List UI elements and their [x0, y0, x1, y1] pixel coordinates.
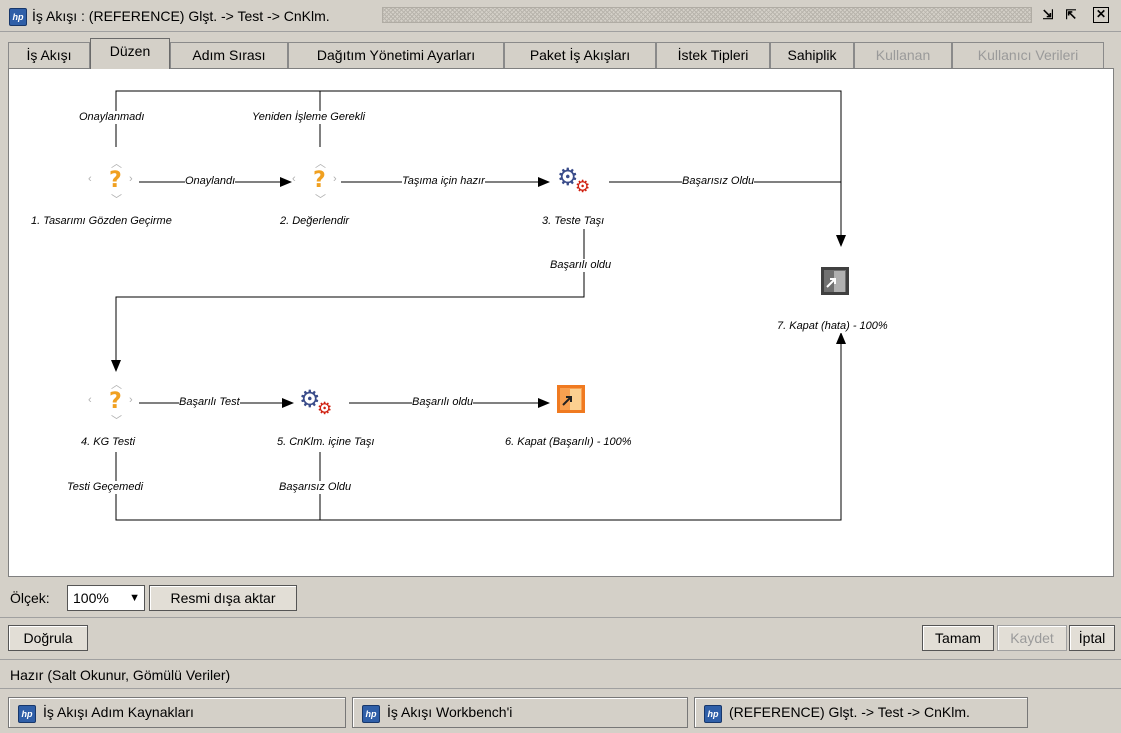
node-4-label: 4. KG Testi [81, 436, 136, 449]
node-1-decision-icon[interactable]: ︿ ‹ ? › ﹀ [88, 158, 136, 206]
transition-yeniden-isleme: Yeniden İşleme Gerekli [252, 111, 366, 124]
workflow-connectors [111, 90, 846, 521]
taskbar-item-label: İş Akışı Adım Kaynakları [43, 704, 194, 720]
scale-select[interactable]: 100% ▼ [67, 585, 145, 611]
divider [0, 659, 1121, 660]
transition-basarili-1: Başarılı oldu [550, 259, 612, 272]
node-7-close-error-icon[interactable] [821, 267, 849, 295]
transition-basarisiz-2: Başarısız Oldu [279, 481, 352, 494]
workflow-diagram-canvas[interactable]: ︿ ‹ ? › ﹀ 1. Tasarımı Gözden Geçirme ︿ ‹… [8, 68, 1114, 577]
tab-is-akisi[interactable]: İş Akışı [8, 42, 90, 68]
save-button: Kaydet [997, 625, 1067, 651]
transition-basarisiz-1: Başarısız Oldu [682, 175, 755, 188]
titlebar-drag-area[interactable] [382, 7, 1032, 23]
node-7-label: 7. Kapat (hata) - 100% [777, 320, 888, 333]
edge-testi-gecemedi [115, 332, 846, 521]
node-6-label: 6. Kapat (Başarılı) - 100% [505, 436, 632, 449]
close-icon[interactable]: ✕ [1093, 7, 1109, 23]
tab-kullanici-verileri: Kullanıcı Verileri [952, 42, 1104, 68]
taskbar-item-label: İş Akışı Workbench'i [387, 704, 513, 720]
taskbar-item[interactable]: hp (REFERENCE) Glşt. -> Test -> CnKlm. [694, 697, 1028, 728]
window-titlebar: hp İş Akışı : (REFERENCE) Glşt. -> Test … [0, 0, 1121, 32]
hp-logo-icon: hp [9, 8, 27, 26]
node-5-gears-icon[interactable]: ⚙ ⚙ [299, 385, 339, 425]
status-text: Hazır (Salt Okunur, Gömülü Veriler) [10, 667, 231, 683]
cancel-button[interactable]: İptal [1069, 625, 1115, 651]
node-4-decision-icon[interactable]: ︿ ‹ ? › ﹀ [88, 379, 136, 427]
node-3-label: 3. Teste Taşı [542, 215, 605, 228]
edge-basarili-1 [111, 229, 585, 372]
edge-onaylanmadi [115, 90, 846, 247]
divider [0, 617, 1121, 618]
transition-testi-gecemedi: Testi Geçemedi [67, 481, 144, 494]
tab-dagitim-yonetimi[interactable]: Dağıtım Yönetimi Ayarları [288, 42, 504, 68]
window-title: İş Akışı : (REFERENCE) Glşt. -> Test -> … [32, 8, 330, 24]
edge-basarisiz-1 [609, 181, 842, 246]
node-2-decision-icon[interactable]: ︿ ‹ ? › ﹀ [292, 158, 340, 206]
taskbar-item[interactable]: hp İş Akışı Adım Kaynakları [8, 697, 346, 728]
transition-onaylanmadi: Onaylanmadı [79, 111, 145, 124]
scale-label: Ölçek: [10, 590, 50, 606]
export-image-button[interactable]: Resmi dışa aktar [149, 585, 297, 611]
scale-value: 100% [73, 590, 109, 606]
chevron-down-icon: ▼ [129, 592, 140, 604]
transition-basarili-test: Başarılı Test [179, 396, 240, 409]
maximize-icon[interactable]: ⇱ [1063, 7, 1079, 23]
tab-sahiplik[interactable]: Sahiplik [770, 42, 854, 68]
divider [0, 688, 1121, 689]
node-5-label: 5. CnKlm. içine Taşı [277, 436, 375, 449]
transition-onaylandi: Onaylandı [185, 175, 236, 188]
node-6-close-success-icon[interactable] [557, 385, 585, 413]
node-1-label: 1. Tasarımı Gözden Geçirme [31, 215, 172, 228]
tab-adim-sirasi[interactable]: Adım Sırası [170, 42, 288, 68]
node-2-label: 2. Değerlendir [280, 215, 350, 228]
transition-basarili-2: Başarılı oldu [412, 396, 474, 409]
transition-tasima: Taşıma için hazır [402, 175, 485, 188]
hp-logo-icon: hp [362, 705, 380, 723]
validate-button[interactable]: Doğrula [8, 625, 88, 651]
tab-kullanan: Kullanan [854, 42, 952, 68]
ok-button[interactable]: Tamam [922, 625, 994, 651]
tab-paket-is-akislari[interactable]: Paket İş Akışları [504, 42, 656, 68]
restore-icon[interactable]: ⇲ [1040, 7, 1056, 23]
tab-duzen[interactable]: Düzen [90, 38, 170, 69]
node-3-gears-icon[interactable]: ⚙ ⚙ [557, 163, 597, 203]
tab-bar: İş Akışı Düzen Adım Sırası Dağıtım Yönet… [8, 38, 1114, 69]
taskbar-item[interactable]: hp İş Akışı Workbench'i [352, 697, 688, 728]
tab-istek-tipleri[interactable]: İstek Tipleri [656, 42, 770, 68]
hp-logo-icon: hp [704, 705, 722, 723]
hp-logo-icon: hp [18, 705, 36, 723]
taskbar-item-label: (REFERENCE) Glşt. -> Test -> CnKlm. [729, 704, 970, 720]
